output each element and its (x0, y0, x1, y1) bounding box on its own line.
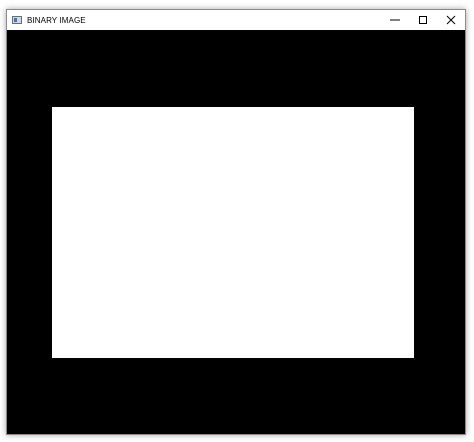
image-canvas (7, 30, 465, 434)
app-window-icon (12, 16, 22, 24)
window-controls (381, 10, 465, 30)
close-button[interactable] (437, 10, 465, 30)
minimize-button[interactable] (381, 10, 409, 30)
window-title: BINARY IMAGE (27, 15, 86, 25)
title-bar[interactable]: BINARY IMAGE (7, 10, 465, 30)
minimize-icon (390, 19, 400, 21)
binary-image-window: BINARY IMAGE (6, 9, 466, 435)
maximize-icon (419, 16, 427, 24)
maximize-button[interactable] (409, 10, 437, 30)
white-rectangle (52, 107, 414, 358)
close-icon (446, 15, 456, 25)
